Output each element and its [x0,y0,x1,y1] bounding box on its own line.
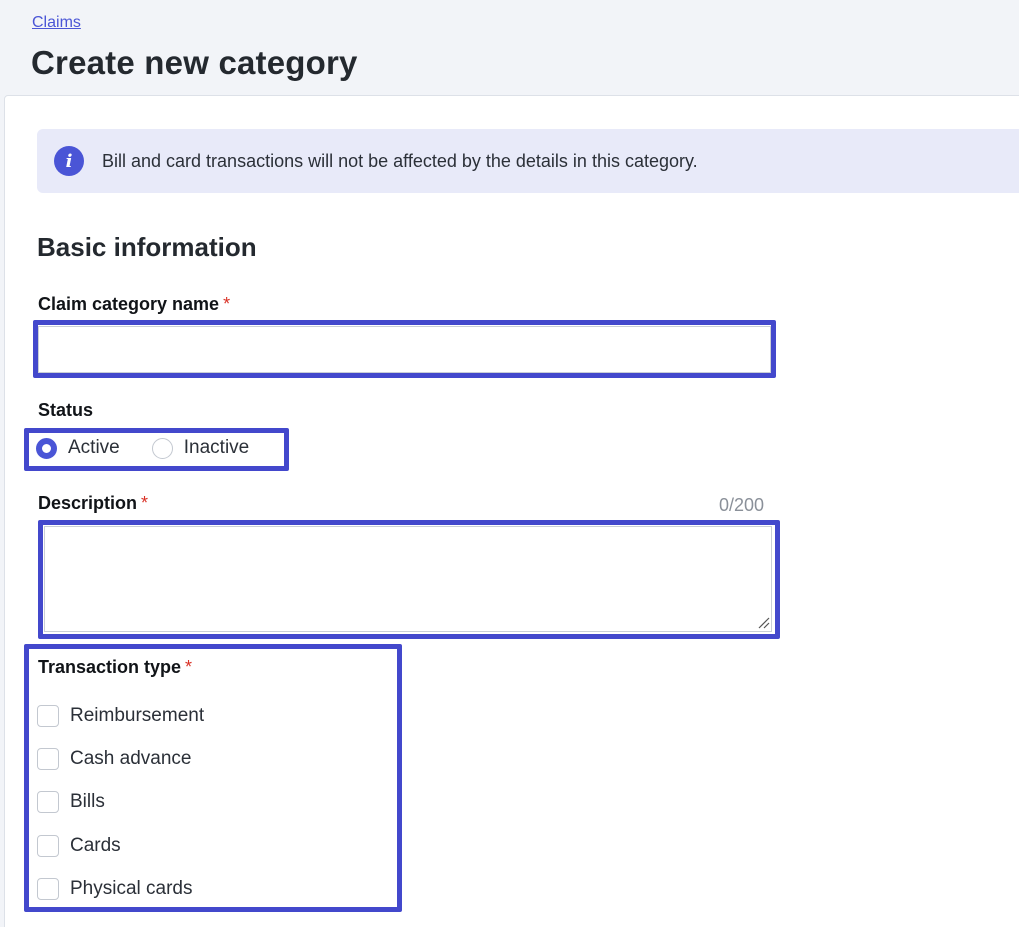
checkbox-label: Cards [70,834,121,856]
checkbox-label: Cash advance [70,747,192,769]
description-label: Description * [38,493,148,514]
checkbox-label: Bills [70,791,105,813]
description-textarea[interactable] [44,526,772,632]
checkbox-cash-advance[interactable]: Cash advance [37,737,204,780]
checkbox-label: Reimbursement [70,704,205,726]
checkbox-icon [37,834,59,857]
category-name-input[interactable] [38,326,771,373]
checkbox-icon [37,747,59,770]
category-name-label: Claim category name * [38,294,230,315]
required-asterisk: * [141,493,149,513]
info-icon: i [54,146,84,176]
status-radio-inactive[interactable]: Inactive [151,437,250,459]
required-asterisk: * [223,294,231,314]
required-asterisk: * [185,657,193,677]
breadcrumb-claims-link[interactable]: Claims [32,14,81,32]
info-banner: i Bill and card transactions will not be… [37,129,1019,193]
transaction-type-label-text: Transaction type [38,657,182,677]
status-inactive-label: Inactive [183,437,250,458]
checkbox-icon [37,704,59,727]
description-label-text: Description [38,493,138,513]
checkbox-label: Physical cards [70,877,193,899]
radio-selected-icon [36,437,57,459]
description-char-counter: 0/200 [719,495,765,515]
checkbox-physical-cards[interactable]: Physical cards [37,867,204,910]
checkbox-icon [37,791,59,814]
radio-unselected-icon [151,437,173,459]
info-banner-text: Bill and card transactions will not be a… [102,150,698,171]
checkbox-icon [37,877,59,900]
category-name-label-text: Claim category name [38,294,220,314]
page-title: Create new category [31,44,358,81]
status-radio-group: Active Inactive [36,437,249,459]
transaction-type-label: Transaction type * [38,657,192,678]
section-title: Basic information [37,232,257,262]
transaction-type-checkbox-group: Reimbursement Cash advance Bills Cards P… [37,694,204,910]
checkbox-reimbursement[interactable]: Reimbursement [37,694,204,737]
status-radio-active[interactable]: Active [36,437,120,459]
checkbox-cards[interactable]: Cards [37,824,204,867]
resize-grip-icon[interactable] [758,617,770,629]
checkbox-bills[interactable]: Bills [37,781,204,824]
status-label: Status [38,400,94,420]
status-active-label: Active [68,437,120,458]
